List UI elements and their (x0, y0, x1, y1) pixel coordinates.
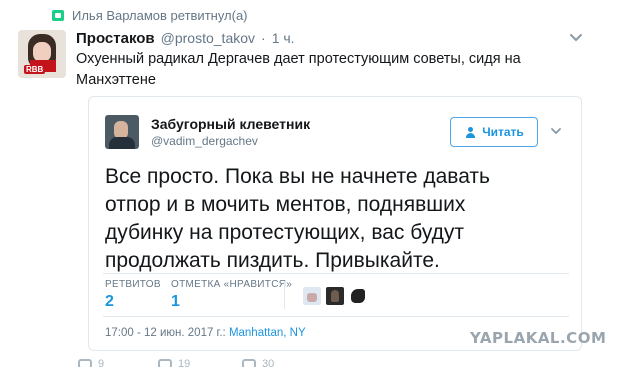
likes-count[interactable]: 1 (171, 293, 292, 311)
retweet-icon (158, 359, 172, 367)
chevron-down-icon[interactable] (567, 30, 585, 44)
avatar-logo: RBB (24, 65, 46, 74)
follow-button[interactable]: Читать (450, 117, 538, 147)
reply-icon (78, 359, 92, 367)
retweet-icon (52, 10, 64, 21)
retweets-stat[interactable]: РЕТВИТОВ 2 (105, 279, 161, 311)
retweet-button[interactable]: 19 (158, 358, 190, 367)
quoted-author-name[interactable]: Забугорный клеветник (151, 116, 310, 132)
follow-user-icon (464, 126, 478, 138)
tweet-time[interactable]: 1 ч. (272, 30, 295, 46)
stats-separator (284, 281, 285, 309)
quoted-author-handle[interactable]: @vadim_dergachev (151, 134, 258, 148)
liker-avatar[interactable] (349, 287, 367, 305)
timestamp-text[interactable]: 17:00 - 12 июн. 2017 г.: (105, 327, 226, 339)
retweet-count: 19 (178, 358, 191, 367)
author-handle[interactable]: @prosto_takov (161, 30, 255, 46)
quoted-tweet-text: Все просто. Пока вы не начнете давать от… (105, 165, 490, 272)
watermark: YAPLAKAL.COM (470, 329, 607, 347)
reply-button[interactable]: 9 (78, 358, 104, 367)
avatar[interactable]: RBB (18, 30, 66, 78)
heart-icon (242, 359, 256, 367)
like-count: 30 (262, 358, 275, 367)
quoted-author-avatar[interactable] (105, 115, 139, 149)
reply-count: 9 (98, 358, 105, 367)
divider (103, 273, 569, 274)
retweets-count[interactable]: 2 (105, 293, 161, 311)
like-button[interactable]: 30 (242, 358, 274, 367)
likes-stat[interactable]: ОТМЕТКА «НРАВИТСЯ» 1 (171, 279, 292, 311)
location-link[interactable]: Manhattan, NY (229, 327, 306, 339)
divider (103, 316, 569, 317)
retweet-context[interactable]: Илья Варламов ретвитнул(а) (52, 8, 248, 23)
author-name[interactable]: Простаков (76, 30, 155, 47)
quoted-tweet-card[interactable]: Забугорный клеветник @vadim_dergachev Чи… (88, 96, 582, 351)
liker-avatar[interactable] (326, 287, 344, 305)
tweet-action-bar: 9 19 30 (76, 356, 376, 367)
follow-button-label: Читать (482, 125, 524, 139)
liker-avatar[interactable] (303, 287, 321, 305)
likes-label: ОТМЕТКА «НРАВИТСЯ» (171, 279, 293, 290)
tweet-header: Простаков @prosto_takov · 1 ч. (76, 30, 295, 47)
chevron-down-icon[interactable] (549, 125, 563, 137)
retweet-context-text[interactable]: Илья Варламов ретвитнул(а) (72, 8, 248, 23)
quoted-tweet-timestamp: 17:00 - 12 июн. 2017 г.: Manhattan, NY (105, 327, 306, 339)
retweets-label: РЕТВИТОВ (105, 279, 161, 290)
time-separator: · (261, 30, 266, 46)
tweet-text: Охуенный радикал Дергачев дает протестую… (76, 51, 521, 88)
